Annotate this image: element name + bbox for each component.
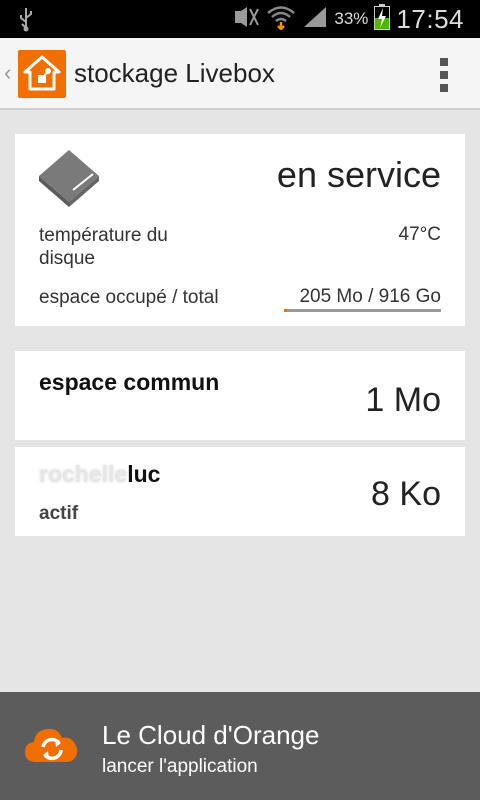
overflow-menu-icon[interactable] [440,58,450,92]
up-caret-icon[interactable]: ‹ [4,60,11,86]
usb-icon [16,6,36,37]
usage-progress-bar [284,309,441,312]
storage-item-name-hidden: rochelle [39,461,128,487]
action-bar: ‹ stockage Livebox [0,38,480,110]
status-bar: 33% 17:54 [0,0,480,38]
wifi-icon [266,4,296,35]
battery-charging-icon [374,3,391,35]
space-label: espace occupé / total [39,287,219,308]
storage-item-size: 1 Mo [365,381,441,419]
hard-disk-icon [39,150,101,213]
storage-item-name: espace commun [39,369,220,395]
storage-item-status: actif [39,503,79,524]
banner-subtitle: lancer l'application [102,756,258,777]
storage-item-common[interactable]: espace commun 1 Mo [15,351,465,440]
storage-item-name: rochelleluc [39,461,160,488]
mute-icon [232,5,260,34]
orange-cloud-sync-icon [22,716,82,781]
disk-status: en service [276,154,441,195]
storage-item-user[interactable]: rochelleluc actif 8 Ko [15,447,465,536]
clock: 17:54 [396,3,464,34]
disk-status-card: en service température du disque 47°C es… [15,134,465,326]
banner-title: Le Cloud d'Orange [102,720,320,750]
battery-percentage: 33% [334,9,369,28]
space-value: 205 Mo / 916 Go [299,286,441,307]
storage-item-name-visible: luc [127,461,161,487]
usage-progress-fill [284,309,288,312]
storage-item-size: 8 Ko [371,475,441,513]
signal-icon [302,5,328,34]
livebox-home-icon[interactable] [18,50,66,98]
temperature-value: 47°C [398,224,441,245]
temperature-label: température du disque [39,225,168,269]
page-title: stockage Livebox [74,58,275,88]
cloud-orange-banner[interactable]: Le Cloud d'Orange lancer l'application [0,692,480,800]
